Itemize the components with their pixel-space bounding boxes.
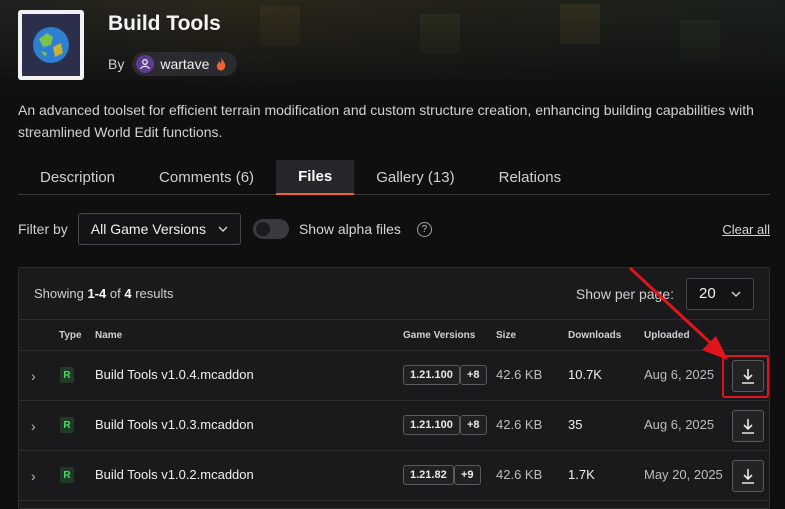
results-header: Showing 1-4 of 4 results Show per page: … xyxy=(19,268,769,320)
table-row[interactable]: › R Build Tools v1.0.2.mcaddon 1.21.82 +… xyxy=(19,451,769,501)
chevron-down-icon xyxy=(731,291,741,297)
more-versions-tag[interactable]: +9 xyxy=(454,465,481,485)
by-label: By xyxy=(108,56,125,72)
project-title: Build Tools xyxy=(108,12,221,35)
clear-all-link[interactable]: Clear all xyxy=(722,222,770,237)
help-icon[interactable]: ? xyxy=(416,221,432,237)
release-badge: R xyxy=(60,417,74,433)
tab-gallery[interactable]: Gallery (13) xyxy=(354,160,476,195)
table-header: Type Name Game Versions Size Downloads U… xyxy=(19,320,769,351)
upload-date: Aug 6, 2025 xyxy=(644,417,715,432)
table-row[interactable]: › R Build Tools v1.0.4.mcaddon 1.21.100 … xyxy=(19,351,769,401)
tab-relations[interactable]: Relations xyxy=(477,160,584,195)
user-icon xyxy=(140,59,150,70)
project-description: An advanced toolset for efficient terrai… xyxy=(18,102,754,140)
alpha-files-toggle[interactable] xyxy=(252,219,289,239)
files-table: Showing 1-4 of 4 results Show per page: … xyxy=(18,267,770,509)
release-badge: R xyxy=(60,367,74,383)
filter-row: Filter by All Game Versions Show alpha f… xyxy=(18,213,770,245)
tab-files[interactable]: Files xyxy=(276,160,355,195)
download-button[interactable] xyxy=(732,410,764,442)
file-name[interactable]: Build Tools v1.0.2.mcaddon xyxy=(95,467,254,482)
highlight-box xyxy=(722,355,769,398)
project-icon xyxy=(18,10,84,80)
col-uploaded: Uploaded xyxy=(644,330,690,341)
download-count: 1.7K xyxy=(568,467,595,482)
expand-chevron-icon[interactable]: › xyxy=(31,418,36,434)
game-version-select[interactable]: All Game Versions xyxy=(77,213,241,245)
game-version-tag: 1.21.100 xyxy=(403,365,460,385)
download-count: 35 xyxy=(568,417,583,432)
download-icon xyxy=(742,469,754,484)
col-name: Name xyxy=(95,330,123,341)
author-row: By wartave xyxy=(108,52,238,76)
file-name[interactable]: Build Tools v1.0.3.mcaddon xyxy=(95,417,254,432)
tab-bar: Description Comments (6) Files Gallery (… xyxy=(18,160,770,195)
expand-chevron-icon[interactable]: › xyxy=(31,468,36,484)
results-count: Showing 1-4 of 4 results xyxy=(34,286,174,301)
tab-comments[interactable]: Comments (6) xyxy=(137,160,276,195)
file-size: 42.6 KB xyxy=(496,367,543,382)
per-page-value: 20 xyxy=(699,285,716,302)
col-type: Type xyxy=(59,330,82,341)
file-size: 42.6 KB xyxy=(496,417,543,432)
tab-description[interactable]: Description xyxy=(18,160,137,195)
game-version-tag: 1.21.100 xyxy=(403,415,460,435)
col-size: Size xyxy=(496,330,517,341)
file-size: 42.6 KB xyxy=(496,467,543,482)
col-game-versions: Game Versions xyxy=(403,330,476,341)
avatar xyxy=(136,55,155,73)
globe-icon xyxy=(33,27,69,63)
expand-chevron-icon[interactable]: › xyxy=(31,368,36,384)
flame-icon xyxy=(217,58,226,71)
chevron-down-icon xyxy=(218,226,228,232)
per-page-select[interactable]: 20 xyxy=(686,277,754,310)
alpha-files-label: Show alpha files xyxy=(298,221,401,237)
file-name[interactable]: Build Tools v1.0.4.mcaddon xyxy=(95,367,254,382)
filter-label: Filter by xyxy=(18,221,68,237)
author-name: wartave xyxy=(160,56,210,72)
table-row[interactable]: › R Build Tools v1.0.3.mcaddon 1.21.100 … xyxy=(19,401,769,451)
download-icon xyxy=(742,419,754,434)
per-page-label: Show per page: xyxy=(575,285,674,302)
col-downloads: Downloads xyxy=(568,330,622,341)
upload-date: Aug 6, 2025 xyxy=(644,367,715,382)
upload-date: May 20, 2025 xyxy=(644,467,723,482)
author-link[interactable]: wartave xyxy=(132,52,238,76)
more-versions-tag[interactable]: +8 xyxy=(460,415,487,435)
download-button[interactable] xyxy=(732,460,764,492)
game-version-value: All Game Versions xyxy=(90,221,206,237)
release-badge: R xyxy=(60,467,74,483)
more-versions-tag[interactable]: +8 xyxy=(460,365,487,385)
download-count: 10.7K xyxy=(568,367,602,382)
game-version-tag: 1.21.82 xyxy=(403,465,454,485)
